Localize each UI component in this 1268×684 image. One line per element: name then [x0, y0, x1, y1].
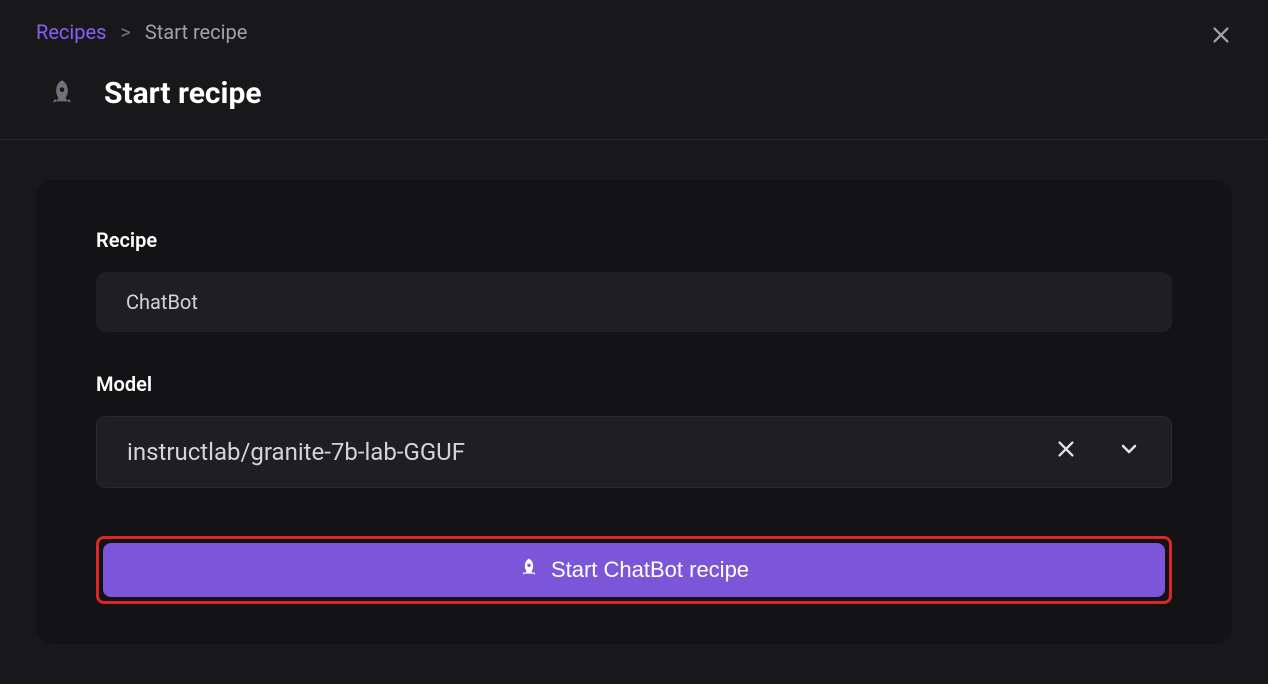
breadcrumb: Recipes > Start recipe: [36, 20, 1232, 44]
start-recipe-button[interactable]: Start ChatBot recipe: [103, 543, 1165, 597]
form-card: Recipe ChatBot Model instructlab/granite…: [36, 180, 1232, 644]
recipe-label: Recipe: [96, 228, 1172, 252]
start-button-label: Start ChatBot recipe: [551, 557, 749, 583]
close-icon: [1210, 24, 1232, 46]
breadcrumb-separator: >: [120, 20, 130, 44]
recipe-input[interactable]: ChatBot: [96, 272, 1172, 332]
model-clear-button[interactable]: [1055, 438, 1077, 466]
close-icon: [1055, 438, 1077, 460]
title-row: Start recipe: [36, 76, 1232, 111]
rocket-icon: [519, 557, 539, 583]
model-combobox[interactable]: instructlab/granite-7b-lab-GGUF: [96, 416, 1172, 488]
close-button[interactable]: [1210, 24, 1232, 50]
breadcrumb-current: Start recipe: [145, 20, 247, 44]
page-title: Start recipe: [104, 76, 262, 111]
model-dropdown-toggle[interactable]: [1117, 437, 1141, 467]
model-label: Model: [96, 372, 1172, 396]
rocket-icon: [48, 78, 76, 110]
combobox-actions: [1055, 437, 1141, 467]
start-button-highlight: Start ChatBot recipe: [96, 536, 1172, 604]
breadcrumb-root-link[interactable]: Recipes: [36, 20, 106, 44]
chevron-down-icon: [1117, 437, 1141, 461]
content-area: Recipe ChatBot Model instructlab/granite…: [0, 140, 1268, 684]
page-header: Recipes > Start recipe Start recipe: [0, 0, 1268, 140]
model-value: instructlab/granite-7b-lab-GGUF: [127, 438, 465, 466]
